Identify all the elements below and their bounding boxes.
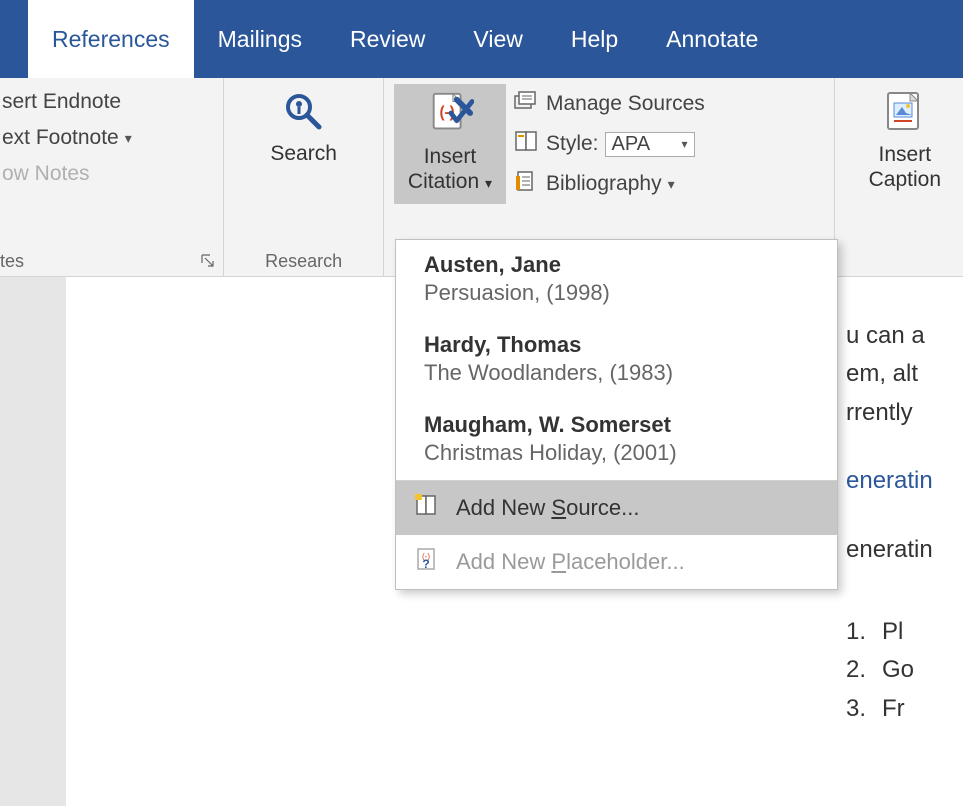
add-new-source-menuitem[interactable]: Add New Source... xyxy=(396,481,837,535)
insert-caption-icon xyxy=(881,88,929,136)
insert-caption-button[interactable]: Insert Caption xyxy=(845,84,953,192)
style-dropdown[interactable]: APA ▾ xyxy=(605,132,695,157)
group-footnotes-label: tes xyxy=(0,251,223,272)
list-item: 1.Pl xyxy=(846,613,963,651)
insert-citation-label-2: Citation ▾ xyxy=(408,169,492,194)
tab-references[interactable]: References xyxy=(28,0,194,78)
add-new-placeholder-menuitem: (-)? Add New Placeholder... xyxy=(396,535,837,589)
citation-title: Persuasion, (1998) xyxy=(424,280,809,306)
insert-citation-icon: (-) xyxy=(426,90,474,138)
citation-style-selector[interactable]: Style: APA ▾ xyxy=(512,128,707,160)
body-text: eneratin xyxy=(846,531,963,569)
add-source-icon xyxy=(414,493,440,523)
citation-author: Hardy, Thomas xyxy=(424,332,809,358)
manage-sources-label: Manage Sources xyxy=(546,92,705,116)
add-new-placeholder-label: Add New Placeholder... xyxy=(456,549,685,575)
search-button[interactable]: Search xyxy=(234,84,373,166)
search-label: Search xyxy=(270,142,337,166)
tab-view[interactable]: View xyxy=(449,0,546,78)
add-new-source-label: Add New Source... xyxy=(456,495,639,521)
chevron-down-icon: ▾ xyxy=(668,176,675,193)
citation-source-item[interactable]: Austen, Jane Persuasion, (1998) xyxy=(396,240,837,320)
group-research: Search Research xyxy=(224,78,384,276)
chevron-down-icon: ▾ xyxy=(125,130,132,147)
style-value: APA xyxy=(612,133,651,156)
tab-help[interactable]: Help xyxy=(547,0,642,78)
bibliography-icon xyxy=(514,170,540,198)
hyperlink[interactable]: eneratin xyxy=(846,462,963,500)
tab-mailings[interactable]: Mailings xyxy=(194,0,326,78)
citation-source-item[interactable]: Maugham, W. Somerset Christmas Holiday, … xyxy=(396,400,837,480)
bibliography-button[interactable]: Bibliography ▾ xyxy=(512,168,707,200)
next-footnote-label: ext Footnote xyxy=(2,126,119,150)
svg-text:?: ? xyxy=(422,557,429,571)
add-placeholder-icon: (-)? xyxy=(414,547,440,577)
insert-citation-button[interactable]: (-) Insert Citation ▾ xyxy=(394,84,506,204)
bibliography-label: Bibliography xyxy=(546,172,662,196)
numbered-list: 1.Pl 2.Go 3.Fr xyxy=(846,613,963,728)
manage-sources-button[interactable]: Manage Sources xyxy=(512,88,707,120)
manage-sources-icon xyxy=(514,90,540,118)
tab-review[interactable]: Review xyxy=(326,0,449,78)
tab-annotate[interactable]: Annotate xyxy=(642,0,782,78)
citation-title: Christmas Holiday, (2001) xyxy=(424,440,809,466)
group-research-label: Research xyxy=(224,251,383,272)
footnotes-dialog-launcher-icon[interactable] xyxy=(199,252,217,270)
citation-author: Austen, Jane xyxy=(424,252,809,278)
list-item: 2.Go xyxy=(846,651,963,689)
insert-endnote-button[interactable]: sert Endnote xyxy=(0,88,213,116)
group-footnotes: sert Endnote ext Footnote ▾ ow Notes tes xyxy=(0,78,224,276)
search-icon xyxy=(280,88,328,136)
show-notes-button: ow Notes xyxy=(0,160,213,188)
body-text: em, alt xyxy=(846,355,963,393)
next-footnote-button[interactable]: ext Footnote ▾ xyxy=(0,124,213,152)
citation-title: The Woodlanders, (1983) xyxy=(424,360,809,386)
insert-citation-dropdown: Austen, Jane Persuasion, (1998) Hardy, T… xyxy=(395,239,838,590)
list-item: 3.Fr xyxy=(846,690,963,728)
ribbon-tab-bar: References Mailings Review View Help Ann… xyxy=(0,0,963,78)
citation-source-item[interactable]: Hardy, Thomas The Woodlanders, (1983) xyxy=(396,320,837,400)
chevron-down-icon: ▾ xyxy=(682,137,688,151)
insert-citation-label-1: Insert xyxy=(408,144,492,169)
body-text: rrently xyxy=(846,394,963,432)
style-label: Style: xyxy=(546,132,599,156)
insert-caption-label-2: Caption xyxy=(869,167,941,192)
citation-author: Maugham, W. Somerset xyxy=(424,412,809,438)
group-captions: Insert Caption xyxy=(835,78,963,276)
style-icon xyxy=(514,130,540,158)
insert-caption-label-1: Insert xyxy=(869,142,941,167)
body-text: u can a xyxy=(846,317,963,355)
